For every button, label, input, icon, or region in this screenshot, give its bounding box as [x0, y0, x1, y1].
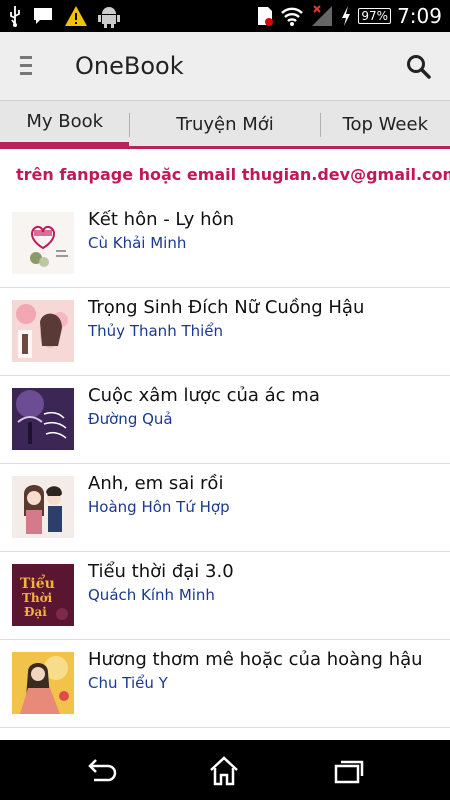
signal-icon	[312, 5, 333, 26]
tab-top-week[interactable]: Top Week	[321, 101, 450, 147]
wifi-icon	[281, 7, 304, 26]
book-item[interactable]: Tiểu Thời Đại Tiểu thời đại 3.0 Quách Kí…	[0, 552, 450, 640]
system-nav-bar	[0, 740, 450, 800]
book-author: Cù Khải Minh	[88, 234, 187, 252]
svg-text:Tiểu: Tiểu	[20, 574, 55, 592]
book-cover-image	[12, 652, 74, 714]
tab-truyen-moi[interactable]: Truyện Mới	[130, 101, 319, 147]
book-cover-image	[12, 212, 74, 274]
recents-icon[interactable]	[332, 754, 366, 788]
usb-icon	[10, 6, 20, 27]
status-bar-left	[8, 4, 120, 28]
sim-icon	[258, 7, 274, 26]
book-author: Quách Kính Minh	[88, 586, 215, 604]
book-cover-image	[12, 476, 74, 538]
svg-text:Thời: Thời	[22, 591, 53, 605]
book-author: Hoàng Hôn Tứ Hợp	[88, 498, 230, 516]
book-title: Hương thơm mê hoặc của hoàng hậu	[88, 649, 423, 670]
book-cover-image	[12, 388, 74, 450]
book-item[interactable]: Anh, em sai rồi Hoàng Hôn Tứ Hợp	[0, 464, 450, 552]
notice-marquee: trên fanpage hoặc email thugian.dev@gmai…	[0, 160, 450, 190]
chat-icon	[34, 8, 52, 24]
status-bar: 97% 7:09	[0, 0, 450, 32]
book-author: Đường Quả	[88, 410, 173, 428]
book-title: Trọng Sinh Đích Nữ Cuồng Hậu	[88, 297, 365, 318]
book-title: Cuộc xâm lược của ác ma	[88, 385, 320, 406]
home-icon[interactable]	[207, 754, 241, 788]
status-time: 7:09	[397, 4, 442, 28]
book-title: Tiểu thời đại 3.0	[88, 561, 234, 582]
battery-level: 97%	[358, 8, 392, 24]
book-item[interactable]: Trọng Sinh Đích Nữ Cuồng Hậu Thủy Thanh …	[0, 288, 450, 376]
book-cover-image: Tiểu Thời Đại	[12, 564, 74, 626]
book-cover-image	[12, 300, 74, 362]
svg-text:Đại: Đại	[24, 605, 47, 619]
book-title: Anh, em sai rồi	[88, 473, 224, 494]
book-item[interactable]: Hương thơm mê hoặc của hoàng hậu Chu Tiể…	[0, 640, 450, 728]
warning-icon	[65, 6, 87, 26]
book-list: Kết hôn - Ly hôn Cù Khải Minh Trọng Sinh…	[0, 200, 450, 728]
menu-icon[interactable]	[20, 56, 42, 80]
tab-bar: My Book Truyện Mới Top Week	[0, 100, 450, 148]
back-icon[interactable]	[84, 754, 118, 788]
book-item[interactable]: Kết hôn - Ly hôn Cù Khải Minh	[0, 200, 450, 288]
search-icon[interactable]	[406, 54, 432, 80]
notice-text: trên fanpage hoặc email thugian.dev@gmai…	[16, 165, 450, 184]
charging-icon	[342, 6, 351, 26]
book-author: Chu Tiểu Y	[88, 674, 168, 692]
book-author: Thủy Thanh Thiển	[88, 322, 224, 340]
app-title: OneBook	[75, 52, 184, 80]
book-item[interactable]: Cuộc xâm lược của ác ma Đường Quả	[0, 376, 450, 464]
tab-bar-underline	[0, 146, 450, 149]
android-icon	[98, 7, 120, 28]
app-bar: OneBook	[0, 32, 450, 102]
status-bar-right: 97% 7:09	[256, 2, 442, 30]
book-title: Kết hôn - Ly hôn	[88, 209, 235, 230]
tab-my-book[interactable]: My Book	[0, 101, 130, 147]
